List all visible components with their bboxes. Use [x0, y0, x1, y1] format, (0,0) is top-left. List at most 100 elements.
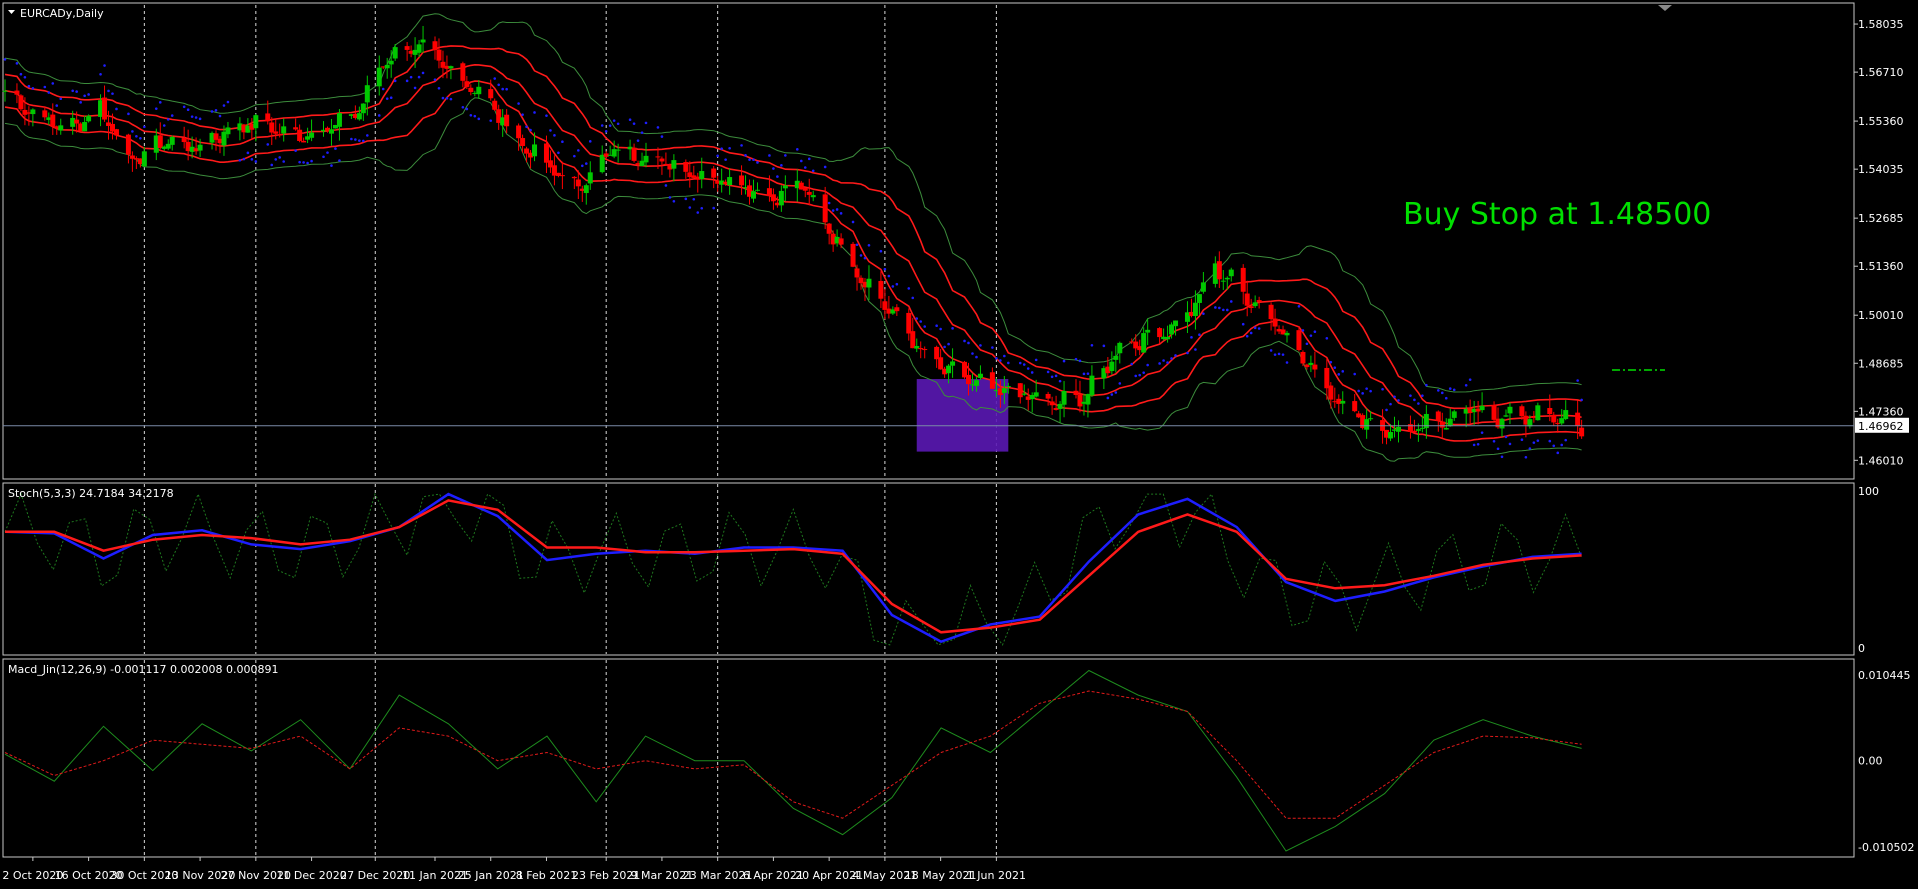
candle-body	[711, 168, 717, 178]
sar-dot	[1421, 394, 1424, 397]
chart-shift-marker-icon[interactable]	[1658, 5, 1672, 11]
symbol-label: EURCADy,Daily	[20, 7, 104, 20]
candle-body	[770, 194, 776, 202]
sar-dot	[720, 147, 723, 150]
candle-body	[1256, 300, 1262, 302]
sar-dot	[1325, 336, 1329, 340]
sar-dot	[1102, 344, 1106, 348]
candle-body	[388, 60, 394, 65]
candle-body	[1077, 394, 1083, 407]
candle-body	[631, 147, 637, 161]
sar-dot	[1448, 387, 1452, 390]
candle-body	[1145, 329, 1151, 333]
sar-dot	[1186, 351, 1189, 355]
sar-dot	[1134, 374, 1138, 378]
candle-body	[778, 190, 784, 206]
sar-dot	[465, 107, 469, 111]
sar-dot	[1162, 359, 1165, 362]
candle-body	[1033, 392, 1039, 397]
sar-dot	[756, 161, 759, 164]
sar-dot	[907, 287, 911, 290]
sar-dot	[1229, 300, 1233, 303]
sar-dot	[684, 197, 688, 201]
candle-body	[1272, 318, 1278, 327]
sar-dot	[1357, 389, 1360, 393]
sar-dot	[811, 169, 815, 173]
symbol-menu[interactable]: EURCADy,Daily	[8, 7, 104, 20]
sar-dot	[417, 75, 421, 79]
sar-dot	[1444, 396, 1448, 400]
candle-body	[1491, 404, 1497, 420]
sar-dot	[115, 107, 118, 111]
stochastic-main-line	[4, 492, 1582, 644]
sar-dot	[326, 151, 329, 154]
sar-dot	[1222, 308, 1225, 312]
sar-dot	[350, 137, 353, 141]
price-tick-label: 1.50010	[1858, 309, 1904, 322]
candle-body	[273, 131, 279, 134]
sar-dot	[967, 341, 970, 345]
sar-dot	[1564, 438, 1568, 442]
chart-window[interactable]: 1.58035 1.56710 1.55360 1.54035 1.52685 1.513…	[0, 0, 1918, 885]
sar-dot	[461, 105, 465, 109]
sar-dot	[891, 285, 895, 288]
sar-dot	[23, 75, 27, 79]
macd-tick-label: 0.00	[1858, 755, 1883, 768]
sar-dot	[433, 78, 437, 81]
macd-main-line	[4, 669, 1582, 852]
sar-dot	[437, 87, 441, 90]
candle-body	[1435, 411, 1441, 421]
sar-dot	[198, 117, 202, 121]
sar-dot	[1480, 431, 1484, 434]
candle-body	[1352, 401, 1358, 412]
ma-lower-line	[4, 80, 1582, 442]
candle-body	[384, 64, 390, 69]
candle-body	[1368, 418, 1374, 420]
sar-dot	[724, 158, 727, 161]
sar-dot	[855, 243, 859, 247]
sar-dot	[1425, 383, 1428, 387]
dropdown-triangle-icon[interactable]	[8, 10, 15, 14]
macd-label: Macd_Jin(12,26,9) -0.001117 0.002008 0.0…	[8, 663, 279, 676]
candle-body	[1073, 390, 1079, 395]
candle-body	[297, 129, 303, 141]
sar-dot	[186, 108, 190, 112]
price-axis: 1.58035 1.56710 1.55360 1.54035 1.52685 1.513…	[1854, 18, 1914, 854]
price-tick-label: 1.48685	[1858, 357, 1904, 370]
sar-dot	[322, 155, 325, 159]
sar-dot	[1341, 370, 1345, 373]
sar-dot	[1528, 447, 1532, 450]
sar-dot	[75, 90, 78, 93]
sar-dot	[1361, 392, 1364, 395]
candle-body	[1575, 412, 1581, 426]
candle-body	[977, 373, 983, 378]
sar-dot	[533, 111, 536, 114]
sar-dot	[1058, 379, 1062, 383]
sar-dot	[1194, 348, 1197, 351]
sar-dot	[218, 114, 222, 118]
sar-dot	[310, 159, 313, 163]
candle-body	[882, 301, 888, 310]
chart-canvas[interactable]: 1.58035 1.56710 1.55360 1.54035 1.52685 1.513…	[0, 0, 1918, 885]
sar-dot	[19, 72, 23, 76]
candle-body	[1411, 430, 1417, 433]
sar-dot	[1365, 387, 1368, 390]
date-tick-label: 27 Dec 2020	[340, 869, 410, 882]
candle-body	[14, 90, 20, 95]
sar-dot	[71, 89, 74, 93]
sar-dot	[1576, 379, 1579, 382]
sar-dot	[951, 327, 954, 330]
candle-body	[1563, 410, 1569, 420]
sar-dot	[1393, 395, 1396, 399]
candle-body	[328, 129, 334, 134]
candle-body	[826, 223, 832, 234]
candle-body	[1499, 418, 1505, 429]
sar-dot	[445, 96, 449, 100]
sar-dot	[740, 144, 743, 147]
sar-dot	[1333, 366, 1337, 369]
sar-dot	[1114, 391, 1118, 394]
candle-body	[1415, 429, 1421, 431]
sar-dot	[107, 89, 110, 93]
candle-body	[1503, 415, 1509, 417]
candle-body	[659, 158, 665, 162]
